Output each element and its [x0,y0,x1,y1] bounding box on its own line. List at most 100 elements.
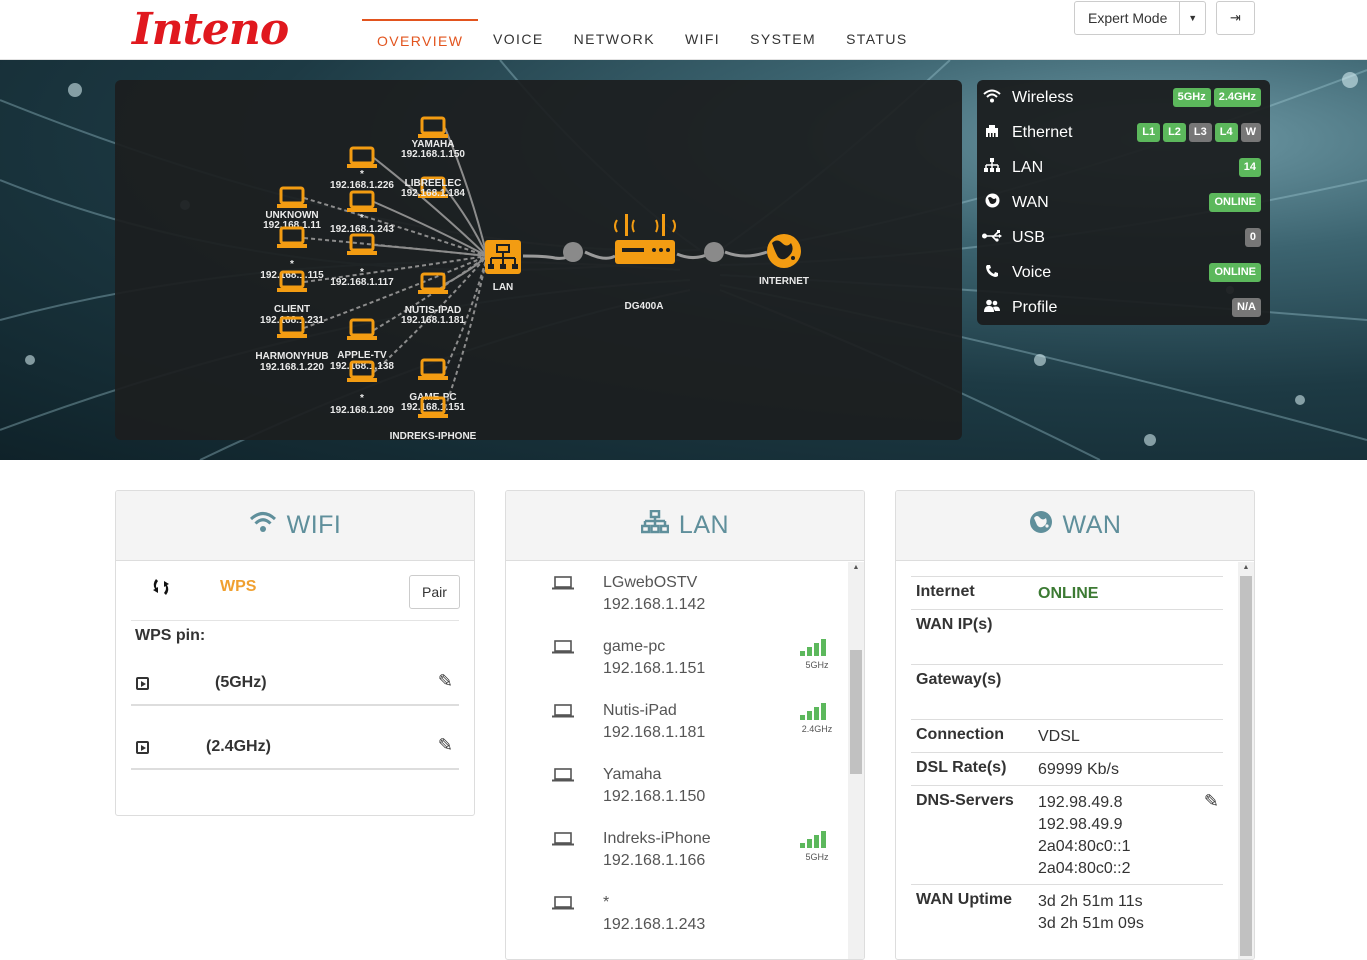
lan-client-ip: 192.168.1.181 [603,724,706,741]
lan-client-ip: 192.168.1.166 [603,852,706,869]
signal-bar [814,707,819,720]
status-row-voice[interactable]: Voice ONLINE [977,255,1270,290]
lan-client-ip: 192.168.1.142 [603,596,706,613]
status-row-ethernet[interactable]: Ethernet L1 L2 L3 L4 W [977,115,1270,150]
status-badge: 14 [1238,158,1261,177]
host-laptop-icon[interactable] [347,146,377,168]
host-laptop-icon[interactable] [418,116,448,138]
signal-strength-icon: 2.4GHz [800,698,832,734]
edit-icon[interactable]: ✎ [1204,791,1219,812]
host-ip-label: 192.168.1.181 [401,315,465,326]
laptop-icon [552,704,574,723]
signal-bar [800,715,805,720]
phone-icon [982,264,1002,282]
wps-pair-button[interactable]: Pair [409,575,460,609]
status-row-lan[interactable]: LAN 14 [977,150,1270,185]
main-nav: OVERVIEW VOICE NETWORK WIFI SYSTEM STATU… [362,0,923,60]
host-laptop-icon[interactable] [347,318,377,340]
signal-bar [821,639,826,656]
lan-client-item[interactable]: game-pc 192.168.1.151 5GHz [506,626,846,690]
mode-dropdown[interactable]: Expert Mode ▼ [1074,1,1206,35]
lan-panel-title: LAN [678,511,730,539]
host-laptop-icon[interactable] [347,233,377,255]
status-row-wan[interactable]: WAN ONLINE [977,185,1270,220]
host-ip-label: 192.168.1.226 [330,180,394,191]
signal-bar [814,643,819,656]
status-badge: ONLINE [1209,193,1261,212]
host-laptop-icon[interactable] [418,272,448,294]
nav-tab-system[interactable]: SYSTEM [735,0,831,60]
wifi-panel-title: WIFI [286,511,342,539]
wps-label: WPS [220,578,257,595]
sitemap-icon [640,509,670,541]
host-ip-label: 192.168.1.243 [330,224,394,235]
host-name-label: * [360,213,364,224]
status-badge: 0 [1244,228,1261,247]
users-icon [982,299,1002,317]
expand-icon[interactable] [136,741,149,754]
edit-icon[interactable]: ✎ [438,735,453,756]
laptop-icon [552,768,574,787]
status-badge: L4 [1214,123,1238,142]
wifi-band-label: 5GHz [805,660,829,670]
host-laptop-icon[interactable] [418,358,448,380]
lan-client-item[interactable]: LGwebOSTV 192.168.1.142 [506,562,846,626]
scroll-up-icon[interactable]: ▲ [1238,564,1254,571]
host-laptop-icon[interactable] [347,190,377,212]
status-summary-panel: Wireless 5GHz 2.4GHz Ethernet L1 L2 L3 L… [977,80,1270,325]
internet-globe-icon[interactable] [767,234,801,268]
nav-tab-voice[interactable]: VOICE [478,0,559,60]
top-bar: Inteno OVERVIEW VOICE NETWORK WIFI SYSTE… [0,0,1367,60]
logout-icon: ⇥ [1230,10,1241,25]
router-node-label: DG400A [625,301,664,312]
scroll-thumb[interactable] [850,650,862,774]
nav-tab-overview[interactable]: OVERVIEW [362,19,478,60]
wifi-band-label: 5GHz [805,852,829,862]
lan-switch-node[interactable] [485,240,521,274]
lan-client-name: game-pc [603,638,666,655]
status-row-usb[interactable]: USB 0 [977,220,1270,255]
status-row-profile[interactable]: Profile N/A [977,290,1270,325]
lan-client-item[interactable]: Nutis-iPad 192.168.1.181 2.4GHz [506,690,846,754]
wifi-band-label: (2.4GHz) [206,738,271,755]
signal-bar [807,839,812,848]
nav-tab-status[interactable]: STATUS [831,0,923,60]
network-topology: LAN DG400A INTERNET YAMAHA 192.168.1.150 *… [115,80,962,440]
laptop-icon [552,896,574,915]
host-laptop-icon[interactable] [277,226,307,248]
host-laptop-icon[interactable] [277,186,307,208]
inteno-logo[interactable]: Inteno [132,4,289,55]
scroll-up-icon[interactable]: ▲ [848,564,864,571]
host-ip-label: 192.168.1.209 [330,405,394,416]
lan-client-ip: 192.168.1.150 [603,788,706,805]
status-badge: L2 [1163,123,1186,142]
lan-client-list[interactable]: LGwebOSTV 192.168.1.142 game-pc 192.168.1.1… [506,562,846,952]
laptop-icon [552,832,574,851]
lan-scrollbar[interactable]: ▲ [848,562,864,959]
nav-tab-wifi[interactable]: WIFI [670,0,735,60]
wifi-network-row-24ghz[interactable]: (2.4GHz) ✎ [131,728,459,770]
link-node-icon [563,242,583,262]
lan-panel-header: LAN [506,491,864,561]
wan-row-connection: Connection VDSL [911,719,1223,752]
host-ip-label: 192.168.1.150 [401,149,465,160]
lan-client-item[interactable]: Indreks-iPhone 192.168.1.166 5GHz [506,818,846,882]
expand-icon[interactable] [136,677,149,690]
mode-dropdown-label: Expert Mode [1088,10,1168,26]
nav-tab-network[interactable]: NETWORK [559,0,670,60]
chevron-down-icon[interactable]: ▼ [1179,2,1205,34]
wan-panel-header: WAN [896,491,1254,561]
edit-icon[interactable]: ✎ [438,671,453,692]
lan-client-item[interactable]: Yamaha 192.168.1.150 [506,754,846,818]
internet-status: ONLINE [1038,585,1099,602]
wan-scrollbar[interactable]: ▲ [1238,562,1254,959]
lan-client-name: Indreks-iPhone [603,830,711,847]
wifi-network-row-5ghz[interactable]: (5GHz) ✎ [131,664,459,706]
wps-sync-icon [150,576,172,604]
status-row-wireless[interactable]: Wireless 5GHz 2.4GHz [977,80,1270,115]
scroll-thumb[interactable] [1240,576,1252,956]
router-node[interactable] [614,214,676,264]
lan-client-item[interactable]: * 192.168.1.243 [506,882,846,946]
logout-button[interactable]: ⇥ [1216,1,1255,35]
host-name-label: INDREKS-IPHONE [390,431,477,440]
